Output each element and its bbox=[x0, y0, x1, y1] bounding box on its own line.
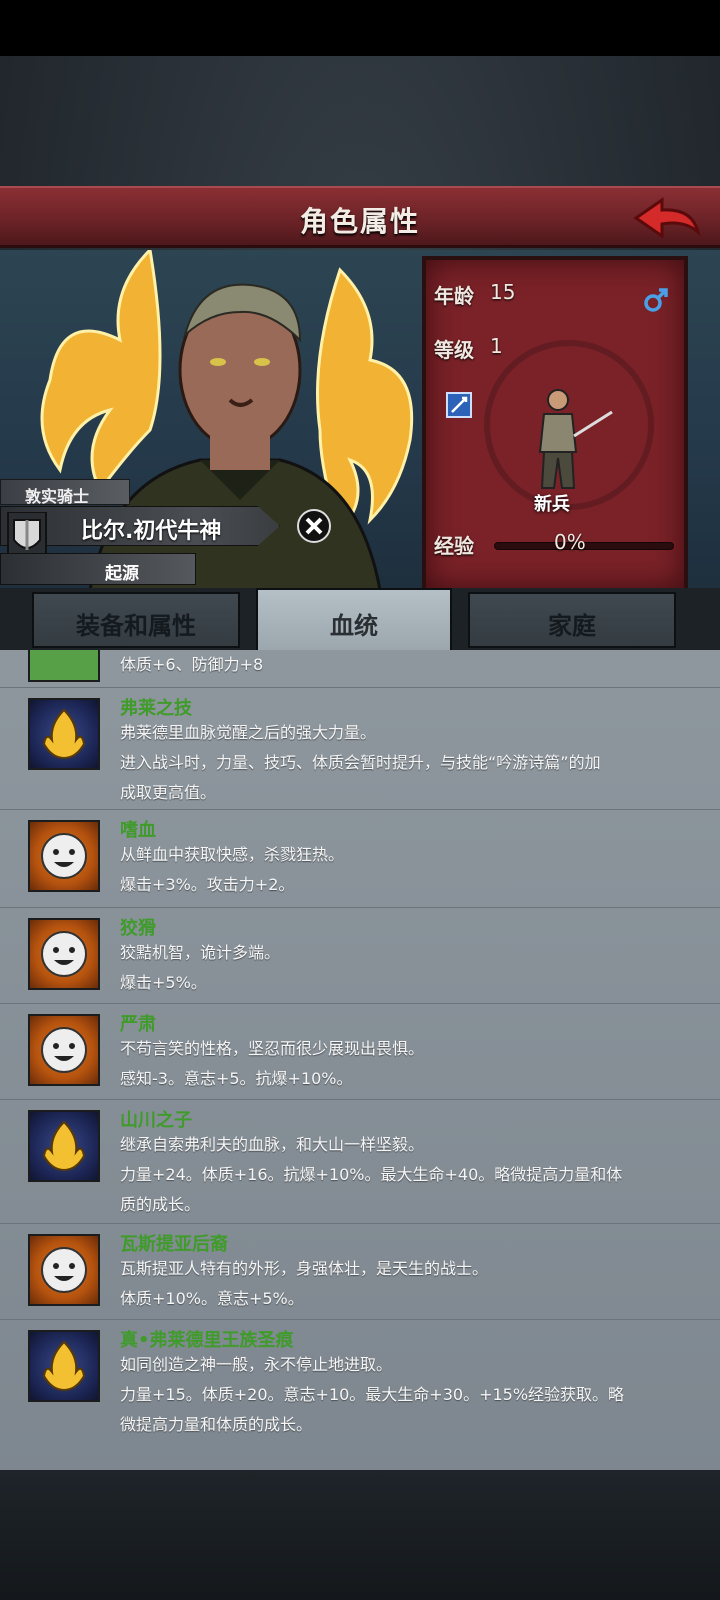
bottom-area bbox=[0, 1470, 720, 1600]
exp-value: 0% bbox=[554, 530, 586, 554]
level-label: 等级 bbox=[434, 338, 474, 362]
character-name: 比尔.初代牛神 bbox=[81, 519, 222, 544]
trait-title: 狡猾 bbox=[120, 918, 156, 939]
trait-title: 嗜血 bbox=[120, 820, 156, 841]
trait-title: 真•弗莱德里王族圣痕 bbox=[120, 1330, 294, 1351]
trait-desc: 狡黠机智，诡计多端。 爆击+5%。 bbox=[120, 943, 281, 992]
close-icon[interactable] bbox=[296, 508, 332, 544]
header-bar: 角色属性 bbox=[0, 186, 720, 248]
smiley-icon bbox=[28, 1014, 100, 1086]
trait-desc: 弗莱德里血脉觉醒之后的强大力量。 进入战斗时，力量、技巧、体质会暂时提升，与技能“… bbox=[120, 723, 601, 802]
trait-desc: 继承自索弗利夫的血脉，和大山一样坚毅。 力量+24。体质+16。抗爆+10%。最大… bbox=[120, 1135, 623, 1214]
origin-label: 起源 bbox=[105, 564, 139, 584]
character-title: 敦实骑士 bbox=[25, 487, 90, 506]
list-item: 体质+6、防御力+8 bbox=[0, 650, 720, 688]
trait-title: 瓦斯提亚后裔 bbox=[120, 1234, 228, 1255]
age-label: 年龄 bbox=[434, 284, 474, 308]
exp-label: 经验 bbox=[434, 534, 474, 558]
list-item: 真•弗莱德里王族圣痕 如同创造之神一般，永不停止地进取。 力量+15。体质+20。… bbox=[0, 1320, 720, 1470]
list-item: 严肃 不苟言笑的性格，坚忍而很少展现出畏惧。 感知-3。意志+5。抗爆+10%。 bbox=[0, 1004, 720, 1100]
bloodline-icon bbox=[28, 1110, 100, 1182]
tab-family[interactable]: 家庭 bbox=[468, 592, 676, 648]
trait-list[interactable]: 体质+6、防御力+8 弗莱之技 弗莱德里血脉觉醒之后的强大力量。 进入战斗时，力量… bbox=[0, 650, 720, 1470]
trait-desc: 如同创造之神一般，永不停止地进取。 力量+15。体质+20。意志+10。最大生命+… bbox=[120, 1355, 625, 1434]
status-bar bbox=[0, 0, 720, 56]
character-title-plate: 敦实骑士 bbox=[0, 479, 130, 506]
list-item: 狡猾 狡黠机智，诡计多端。 爆击+5%。 bbox=[0, 908, 720, 1004]
soldier-sprite bbox=[538, 389, 613, 489]
smiley-icon bbox=[28, 918, 100, 990]
level-value: 1 bbox=[490, 334, 503, 358]
stats-panel: 年龄 15 等级 1 新兵 经验 0% bbox=[422, 256, 688, 592]
list-item: 嗜血 从鲜血中获取快感，杀戮狂热。 爆击+3%。攻击力+2。 bbox=[0, 810, 720, 908]
male-gender-icon bbox=[644, 288, 668, 312]
tab-equipment[interactable]: 装备和属性 bbox=[32, 592, 240, 648]
trait-title: 山川之子 bbox=[120, 1110, 192, 1131]
bloodline-icon bbox=[28, 1330, 100, 1402]
partial-green-icon bbox=[28, 650, 100, 682]
back-arrow-icon[interactable] bbox=[632, 194, 702, 242]
list-item: 山川之子 继承自索弗利夫的血脉，和大山一样坚毅。 力量+24。体质+16。抗爆+1… bbox=[0, 1100, 720, 1224]
trait-desc: 体质+6、防御力+8 bbox=[120, 655, 264, 674]
list-item: 弗莱之技 弗莱德里血脉觉醒之后的强大力量。 进入战斗时，力量、技巧、体质会暂时提升… bbox=[0, 688, 720, 810]
golden-wing-left bbox=[40, 250, 162, 493]
age-value: 15 bbox=[490, 280, 516, 304]
weapon-type-icon bbox=[446, 392, 472, 418]
list-item: 瓦斯提亚后裔 瓦斯提亚人特有的外形，身强体壮，是天生的战士。 体质+10%。意志+… bbox=[0, 1224, 720, 1320]
trait-title: 严肃 bbox=[120, 1014, 156, 1035]
tab-bloodline[interactable]: 血统 bbox=[256, 588, 452, 650]
smiley-icon bbox=[28, 820, 100, 892]
tab-bar: 装备和属性 血统 家庭 bbox=[0, 588, 720, 650]
trait-desc: 不苟言笑的性格，坚忍而很少展现出畏惧。 感知-3。意志+5。抗爆+10%。 bbox=[120, 1039, 425, 1088]
smiley-icon bbox=[28, 1234, 100, 1306]
trait-title: 弗莱之技 bbox=[120, 698, 192, 719]
trait-desc: 瓦斯提亚人特有的外形，身强体壮，是天生的战士。 体质+10%。意志+5%。 bbox=[120, 1259, 489, 1308]
page-title: 角色属性 bbox=[299, 205, 420, 238]
trait-desc: 从鲜血中获取快感，杀戮狂热。 爆击+3%。攻击力+2。 bbox=[120, 845, 345, 894]
class-name: 新兵 bbox=[534, 494, 570, 515]
bloodline-icon bbox=[28, 698, 100, 770]
origin-plate[interactable]: 起源 bbox=[0, 553, 196, 585]
